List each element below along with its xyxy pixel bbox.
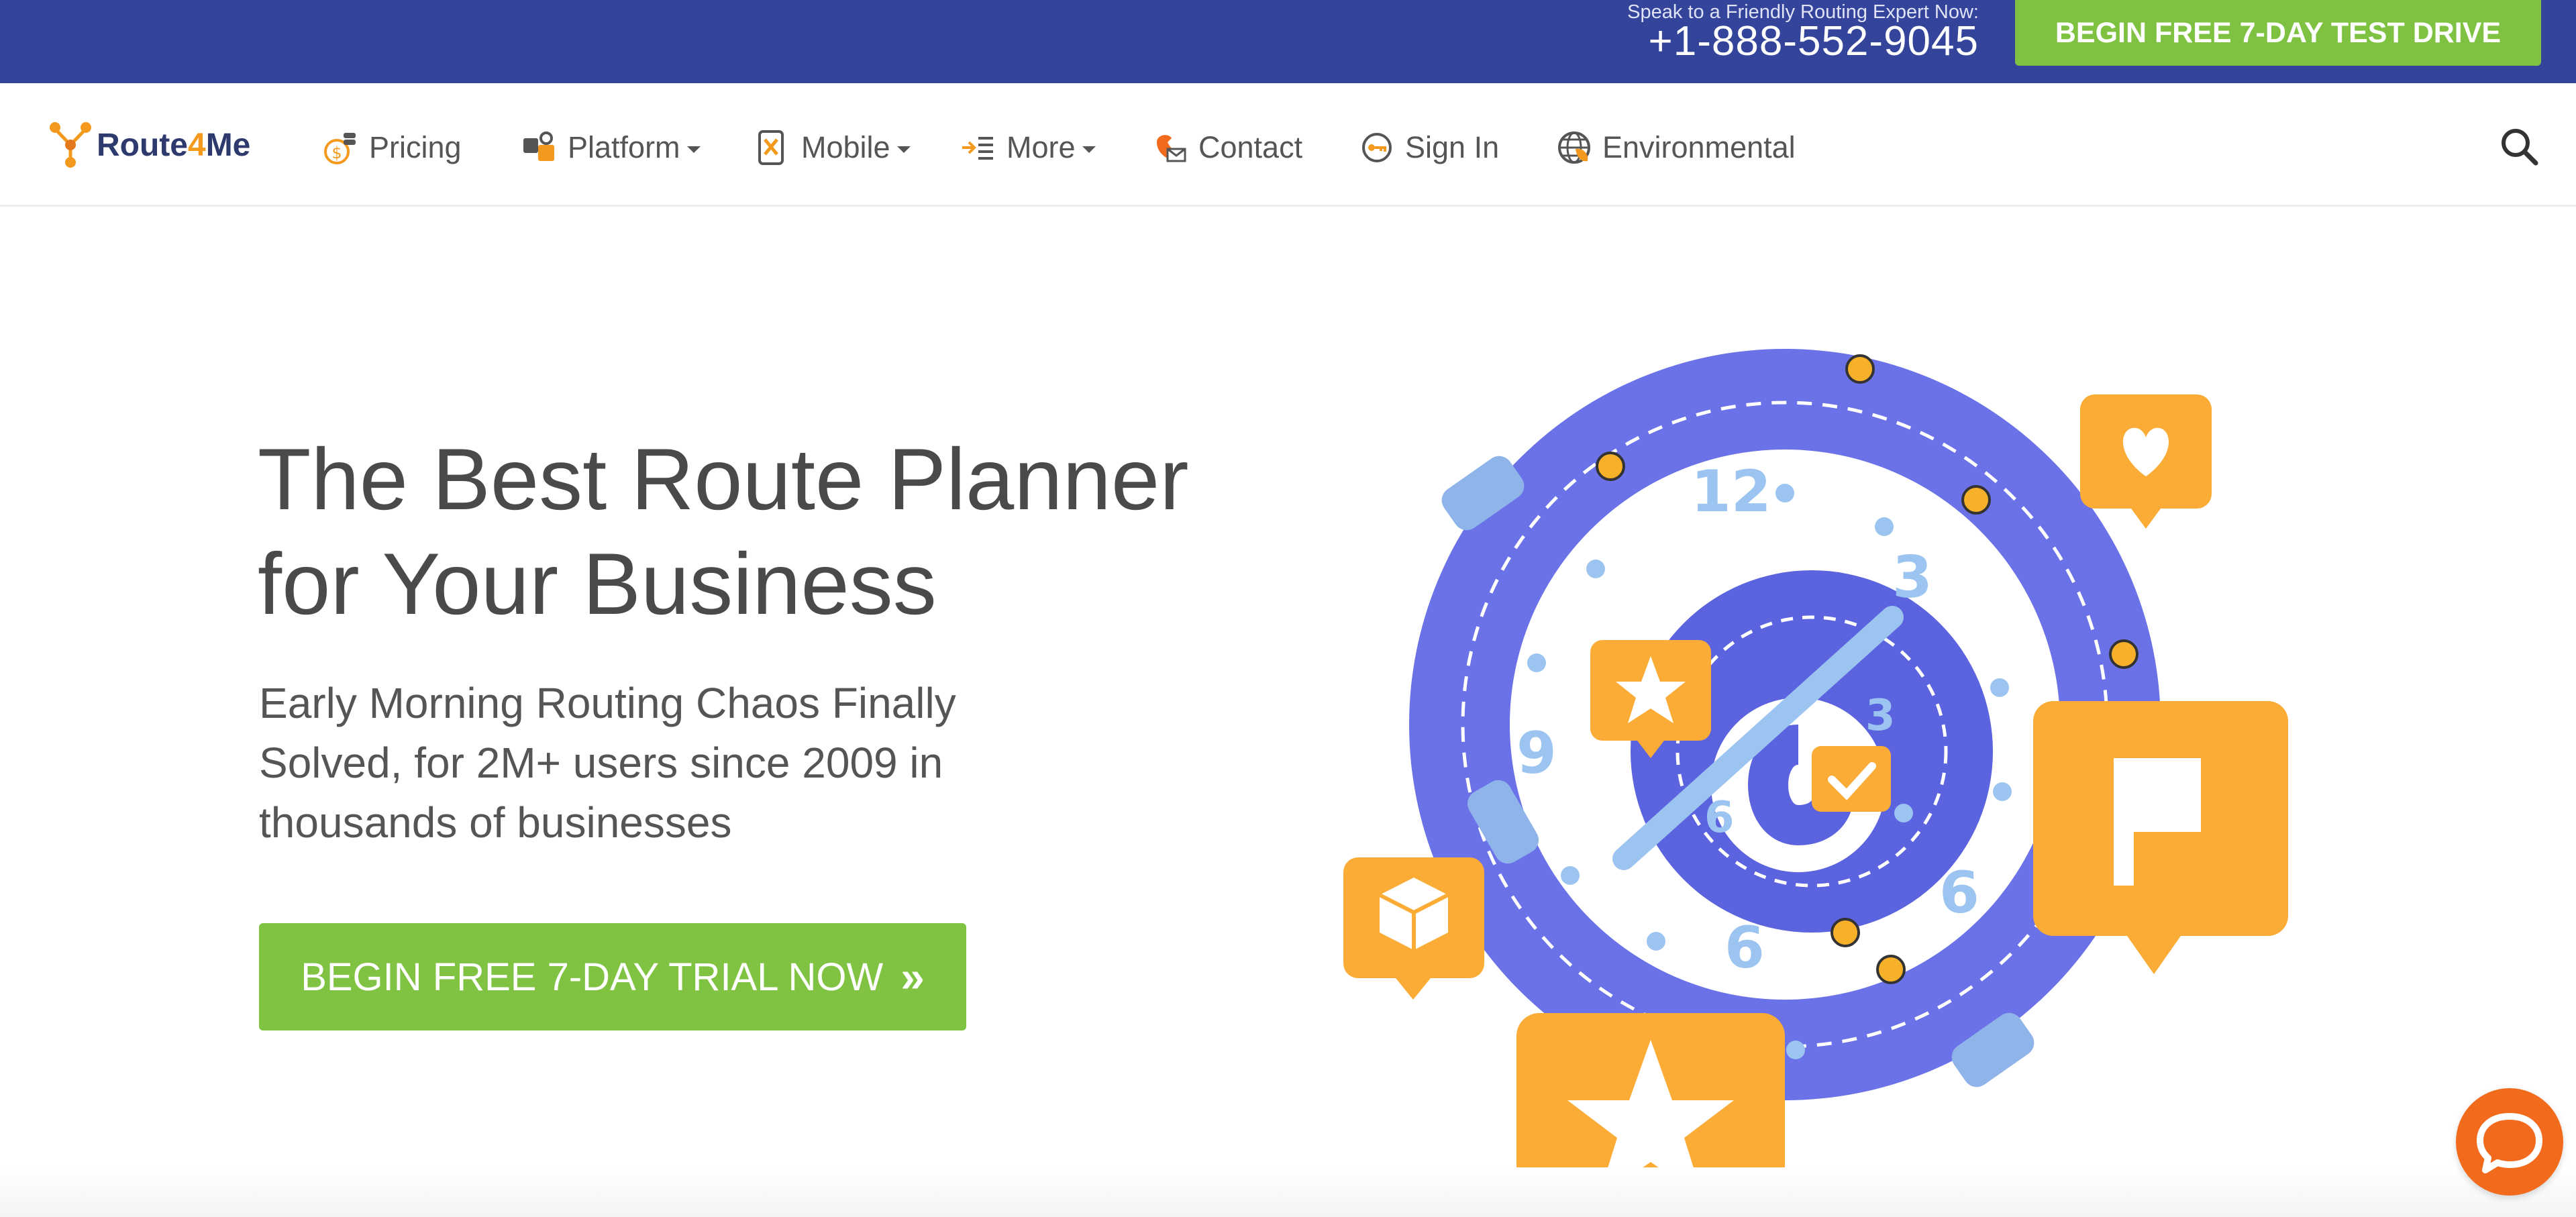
globe-icon [1558,131,1590,164]
mobile-icon [758,130,784,165]
logo-wordmark: Route4Me [97,127,250,164]
more-icon [962,137,993,160]
live-chat-button[interactable] [2456,1088,2563,1196]
nav-item-platform[interactable]: Platform [521,121,701,174]
clock-number: 9 [1516,720,1557,787]
nav-item-label: Platform [568,130,680,164]
begin-test-drive-button[interactable]: BEGIN FREE 7-DAY TEST DRIVE [2015,0,2541,66]
route4me-logo-icon [50,122,91,168]
hero-subtitle-line: thousands of businesses [259,798,732,847]
begin-free-trial-button[interactable]: BEGIN FREE 7-DAY TRIAL NOW » [259,923,966,1030]
clock-number: 3 [1865,691,1896,741]
clock-route-illustration: 12 3 9 6 6 3 6 [1343,349,2288,1217]
clock-number: 12 [1691,458,1771,525]
clock-number: 6 [1704,793,1735,843]
logo-wordmark-four: 4 [187,127,206,163]
nav-item-mobile[interactable]: Mobile [754,121,911,174]
chat-bubble-icon [2477,1113,2542,1173]
nav-item-label: Environmental [1602,130,1796,164]
hero-subtitle-line: Solved, for 2M+ users since 2009 in [259,739,943,787]
contact-icon [1157,135,1186,162]
flag-badge [2033,701,2288,974]
logo-wordmark-route: Route [97,127,188,163]
nav-item-environmental[interactable]: Environmental [1555,121,1796,174]
nav-item-label: More [1007,130,1076,164]
key-icon [1362,133,1392,162]
chevron-down-icon [1082,146,1096,153]
nav-item-more[interactable]: More [960,121,1096,174]
clock-number: 3 [1892,544,1933,611]
hero-title: The Best Route Planner for Your Business [258,427,1264,636]
chevron-down-icon [686,146,701,153]
clock-number: 6 [1724,914,1765,982]
svg-text:$: $ [331,144,342,162]
chevron-down-icon [896,146,911,153]
phone-number-link[interactable]: +1-888-552-9045 [1649,17,1979,65]
logo-wordmark-me: Me [205,127,251,163]
hero-title-line-2: for Your Business [258,535,937,633]
double-chevron-right-icon: » [900,953,925,1001]
top-bar: Speak to a Friendly Routing Expert Now: … [0,0,2576,83]
nav-item-label: Sign In [1405,130,1500,164]
nav-item-sign-in[interactable]: Sign In [1358,121,1499,174]
hero-subtitle-line: Early Morning Routing Chaos Finally [259,679,956,727]
check-badge [1812,746,1891,812]
nav-item-pricing[interactable]: $ Pricing [322,121,462,174]
pricing-icon: $ [324,133,356,164]
search-icon[interactable] [2499,126,2539,166]
platform-icon [523,131,554,161]
star-badge [1590,640,1711,758]
nav-item-contact[interactable]: Contact [1151,121,1302,174]
heart-badge [2080,394,2212,529]
package-badge [1343,857,1484,1000]
nav-item-label: Mobile [801,130,890,164]
hero-subtitle: Early Morning Routing Chaos Finally Solv… [259,674,997,853]
nav-item-label: Pricing [369,130,462,164]
cta-label: BEGIN FREE 7-DAY TRIAL NOW [301,955,884,999]
main-nav: Route4Me $ Pricing Platform Mobile More … [0,83,2576,207]
clock-number: 6 [1939,859,1979,927]
bottom-fade [0,1167,2576,1217]
hero-title-line-1: The Best Route Planner [258,430,1189,528]
nav-item-label: Contact [1198,130,1303,164]
route4me-logo[interactable]: Route4Me [50,118,250,172]
